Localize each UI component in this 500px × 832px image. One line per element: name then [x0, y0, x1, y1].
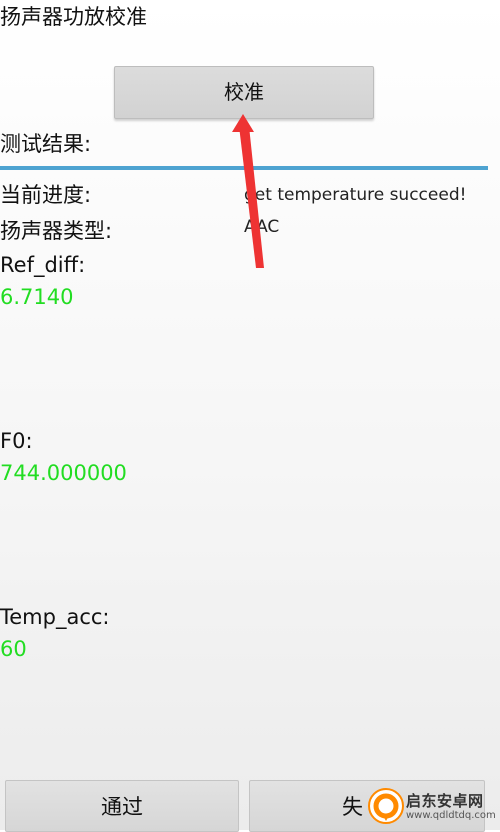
pass-button[interactable]: 通过: [5, 780, 239, 832]
watermark: 启东安卓网 www.qdldtdq.com: [368, 784, 500, 830]
temp-acc-value: 60: [0, 637, 27, 661]
temp-acc-label: Temp_acc:: [0, 605, 110, 629]
f0-value: 744.000000: [0, 461, 127, 485]
fail-button-label: 失: [342, 795, 363, 819]
calibrate-button[interactable]: 校准: [114, 66, 374, 119]
f0-label: F0:: [0, 429, 33, 453]
watermark-url: www.qdldtdq.com: [406, 810, 496, 821]
progress-value: get temperature succeed!: [244, 185, 467, 205]
speaker-type-value: AAC: [244, 217, 280, 237]
ref-diff-value: 6.7140: [0, 285, 74, 309]
divider: [0, 166, 488, 170]
annotation-arrow-icon: [232, 114, 264, 268]
pass-button-label: 通过: [101, 795, 143, 819]
page-title: 扬声器功放校准: [0, 5, 147, 29]
watermark-logo-icon: [368, 788, 404, 824]
progress-label: 当前进度:: [0, 183, 92, 207]
speaker-type-label: 扬声器类型:: [0, 219, 113, 243]
ref-diff-label: Ref_diff:: [0, 253, 86, 277]
watermark-name: 启东安卓网: [406, 792, 484, 810]
test-result-label: 测试结果:: [0, 132, 92, 156]
